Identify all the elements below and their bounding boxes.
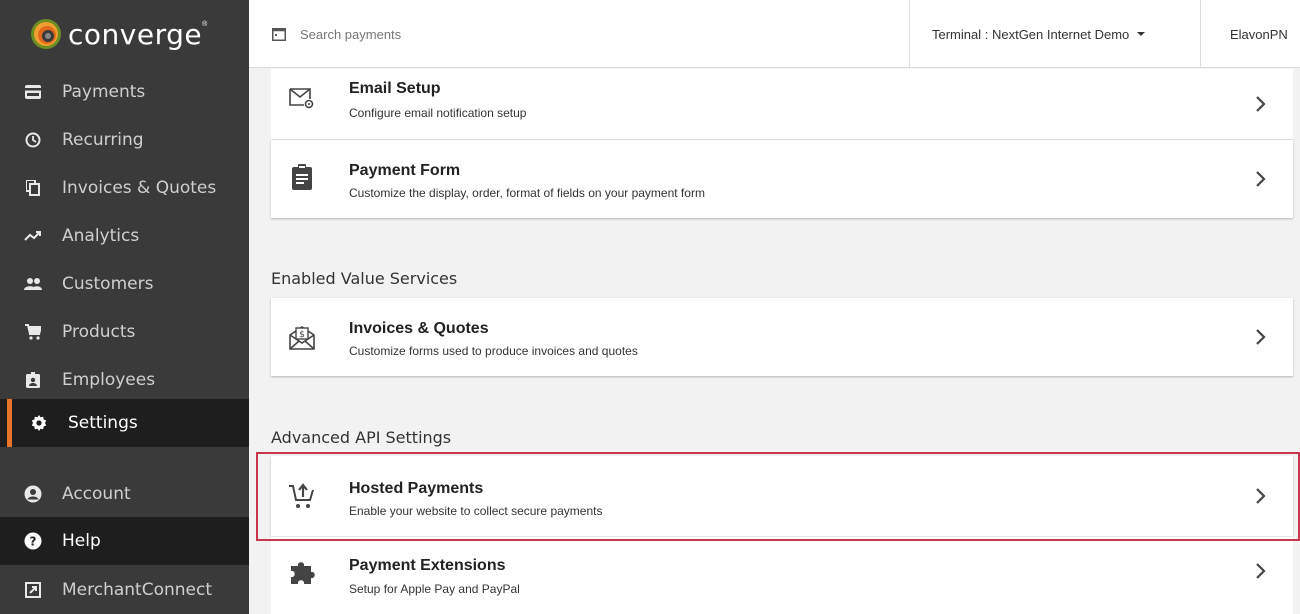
people-icon (24, 275, 42, 293)
svg-text:$: $ (299, 330, 305, 340)
sidebar-item-invoices-quotes[interactable]: Invoices & Quotes (0, 164, 249, 212)
chevron-right-icon (1256, 329, 1266, 345)
terminal-label: Terminal : NextGen Internet Demo (932, 26, 1130, 42)
card-hosted-payments[interactable]: Hosted Payments Enable your website to c… (271, 456, 1293, 536)
sidebar-item-customers[interactable]: Customers (0, 260, 249, 308)
search-bar (249, 0, 909, 68)
sidebar-item-label: Products (62, 322, 136, 342)
card-invoices-quotes[interactable]: $ Invoices & Quotes Customize forms used… (271, 298, 1293, 376)
sidebar-item-label: Payments (62, 82, 146, 102)
sidebar-item-analytics[interactable]: Analytics (0, 212, 249, 260)
svg-text:?: ? (30, 535, 37, 549)
card-title: Email Setup (349, 80, 441, 97)
clipboard-icon (287, 162, 317, 192)
sidebar-item-employees[interactable]: Employees (0, 356, 249, 404)
card-title: Invoices & Quotes (349, 320, 489, 337)
calendar-icon[interactable] (272, 27, 286, 41)
sidebar-item-payments[interactable]: Payments (0, 68, 249, 116)
sidebar-item-label: Recurring (62, 130, 144, 150)
section-title-enabled-value-services: Enabled Value Services (271, 269, 458, 288)
sidebar-item-label: Settings (68, 413, 138, 433)
sidebar-item-label: Employees (62, 370, 156, 390)
card-description: Customize forms used to produce invoices… (349, 344, 638, 358)
section-title-advanced-api-settings: Advanced API Settings (271, 428, 452, 447)
terminal-dropdown[interactable]: Terminal : NextGen Internet Demo (909, 0, 1200, 68)
clock-icon (24, 131, 42, 149)
user-name: ElavonPN (1230, 26, 1288, 42)
converge-logo-icon (31, 19, 61, 49)
sidebar-item-settings[interactable]: Settings (0, 399, 249, 447)
brand-reg: ® (202, 20, 208, 28)
sidebar: converge ® Payments Recurring Invoices & … (0, 0, 249, 614)
card-description: Setup for Apple Pay and PayPal (349, 582, 520, 596)
chevron-right-icon (1256, 96, 1266, 112)
badge-icon (24, 371, 42, 389)
account-icon (24, 485, 42, 503)
chevron-right-icon (1256, 171, 1266, 187)
card-email-setup[interactable]: Email Setup Configure email notification… (271, 69, 1293, 139)
sidebar-item-label: Customers (62, 274, 154, 294)
sidebar-item-label: MerchantConnect (62, 580, 213, 600)
puzzle-piece-icon (287, 557, 317, 587)
sidebar-item-account[interactable]: Account (0, 470, 249, 518)
sidebar-item-merchantconnect[interactable]: MerchantConnect (0, 566, 249, 614)
gear-icon (30, 414, 48, 432)
card-title: Payment Extensions (349, 557, 506, 574)
caret-down-icon (1137, 32, 1146, 36)
cart-upload-icon (287, 480, 317, 510)
card-description: Configure email notification setup (349, 106, 527, 120)
search-input[interactable] (300, 26, 800, 42)
brand-name: converge (68, 17, 203, 51)
trend-icon (24, 227, 42, 245)
sidebar-item-products[interactable]: Products (0, 308, 249, 356)
invoice-envelope-icon: $ (287, 322, 317, 352)
help-icon: ? (24, 532, 42, 550)
card-title: Payment Form (349, 162, 461, 179)
logo[interactable]: converge ® (0, 0, 249, 68)
card-description: Enable your website to collect secure pa… (349, 504, 603, 518)
sidebar-item-label: Analytics (62, 226, 140, 246)
card-title: Hosted Payments (349, 480, 484, 497)
cart-icon (24, 323, 42, 341)
chevron-right-icon (1256, 562, 1266, 579)
sidebar-item-label: Account (62, 484, 131, 504)
credit-card-icon (24, 83, 42, 101)
card-description: Customize the display, order, format of … (349, 186, 705, 200)
email-settings-icon (287, 83, 317, 113)
sidebar-item-label: Invoices & Quotes (62, 178, 217, 198)
chevron-right-icon (1256, 488, 1266, 504)
card-payment-form[interactable]: Payment Form Customize the display, orde… (271, 140, 1293, 218)
user-menu[interactable]: ElavonPN (1200, 0, 1300, 68)
card-payment-extensions[interactable]: Payment Extensions Setup for Apple Pay a… (271, 537, 1293, 614)
external-link-icon (24, 581, 42, 599)
sidebar-item-help[interactable]: ? Help (0, 517, 249, 565)
copy-icon (24, 179, 42, 197)
sidebar-item-label: Help (62, 531, 101, 551)
sidebar-item-recurring[interactable]: Recurring (0, 116, 249, 164)
top-header: Terminal : NextGen Internet Demo ElavonP… (249, 0, 1300, 68)
